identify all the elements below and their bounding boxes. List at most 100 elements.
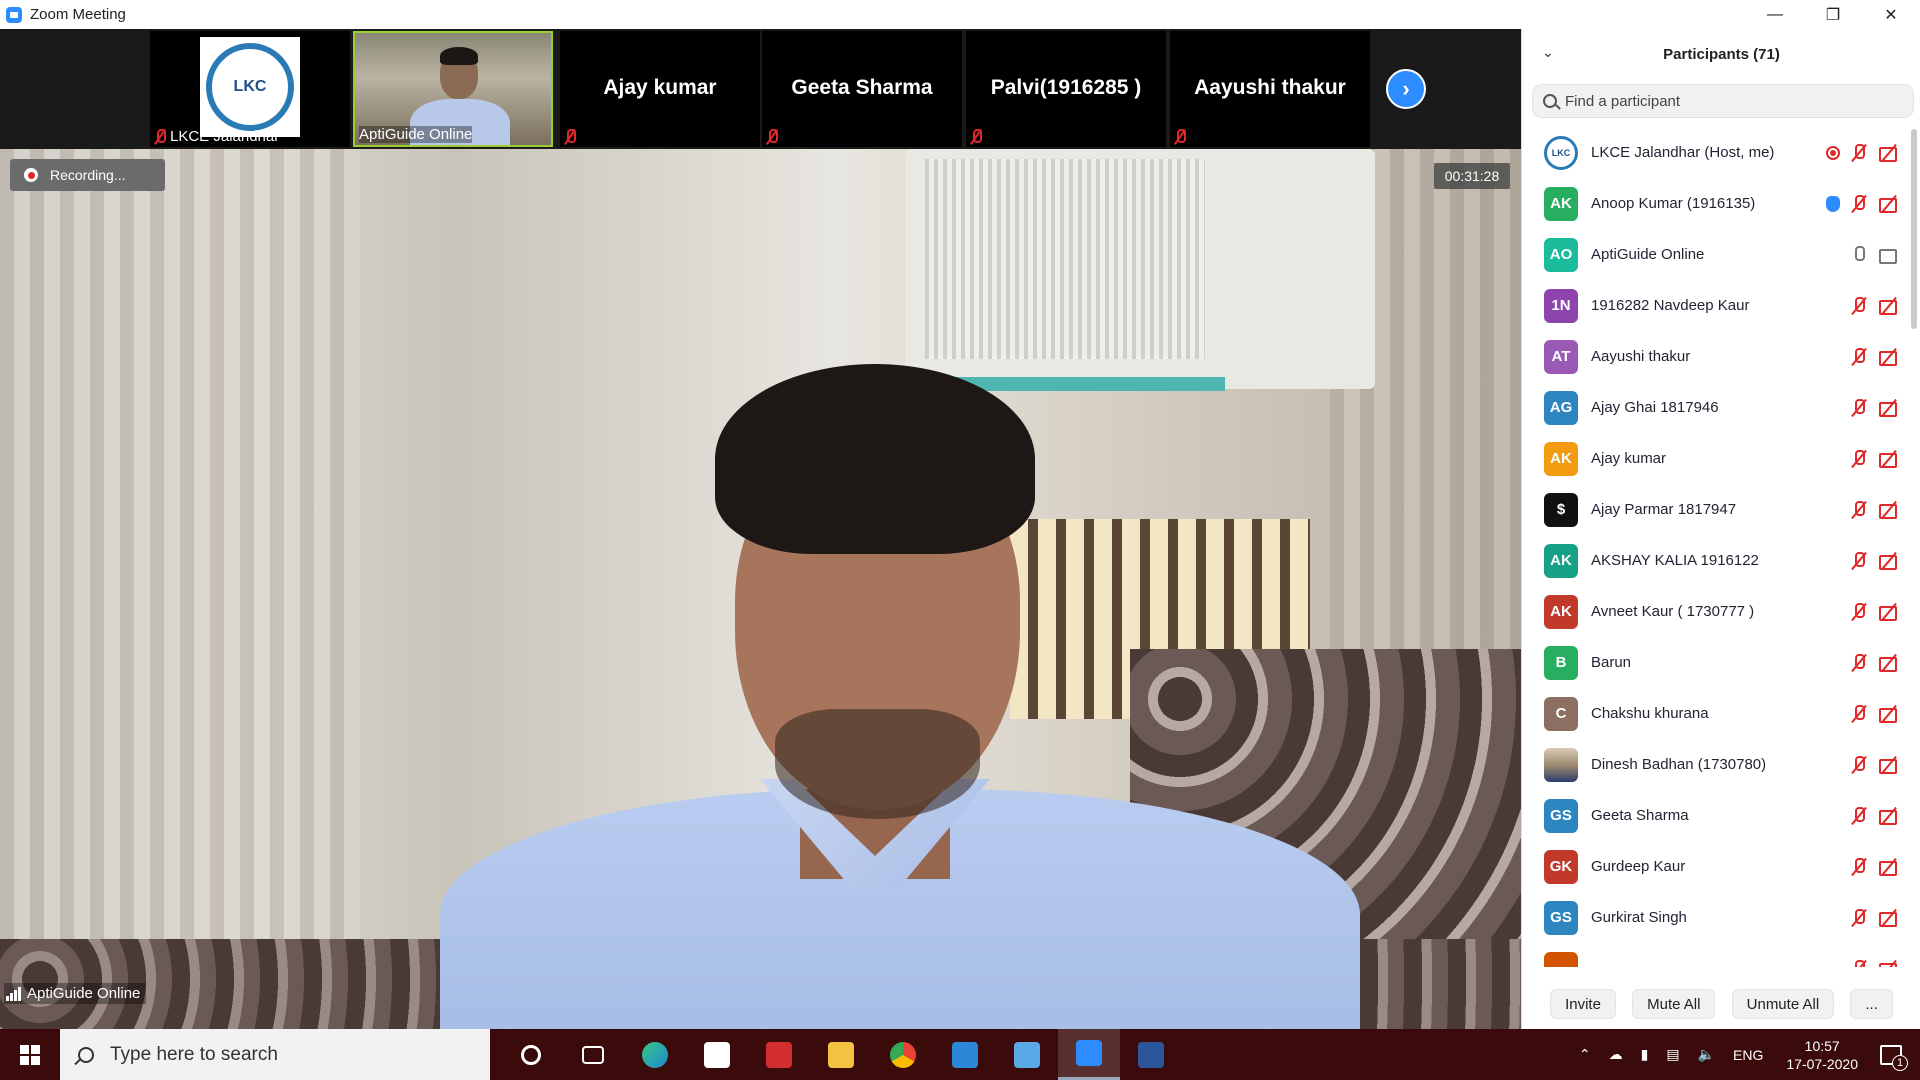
participant-name: AptiGuide Online xyxy=(1591,246,1705,263)
volume-icon[interactable]: 🔈 xyxy=(1698,1046,1715,1063)
video-off-icon[interactable] xyxy=(1878,347,1900,367)
laptop-icon[interactable] xyxy=(996,1029,1058,1080)
participant-row[interactable]: GK Gurdeep Kaur xyxy=(1522,841,1912,892)
video-off-icon[interactable] xyxy=(1878,959,1900,967)
participant-row[interactable]: AT Aayushi thakur xyxy=(1522,331,1912,382)
video-off-icon[interactable] xyxy=(1878,806,1900,826)
task-view-icon[interactable] xyxy=(562,1029,624,1080)
mic-off-icon[interactable] xyxy=(1850,857,1868,877)
mic-off-icon[interactable] xyxy=(1850,347,1868,367)
participant-row[interactable] xyxy=(1522,943,1912,967)
clock[interactable]: 10:57 17-07-2020 xyxy=(1786,1037,1858,1073)
mic-off-icon[interactable] xyxy=(1850,653,1868,673)
mic-off-icon[interactable] xyxy=(1850,143,1868,163)
mic-off-icon[interactable] xyxy=(1850,449,1868,469)
video-off-icon[interactable] xyxy=(1878,602,1900,622)
participant-search-input[interactable]: Find a participant xyxy=(1532,84,1914,118)
mic-off-icon[interactable] xyxy=(1850,398,1868,418)
mic-on-icon[interactable] xyxy=(1850,245,1868,265)
participant-row[interactable]: B Barun xyxy=(1522,637,1912,688)
participant-row[interactable]: AG Ajay Ghai 1817946 xyxy=(1522,382,1912,433)
mic-off-icon[interactable] xyxy=(1850,500,1868,520)
thumbnail-geeta-sharma[interactable]: Geeta Sharma xyxy=(762,31,962,147)
search-placeholder: Find a participant xyxy=(1565,92,1681,110)
participant-row[interactable]: C Chakshu khurana xyxy=(1522,688,1912,739)
video-off-icon[interactable] xyxy=(1878,755,1900,775)
chevron-up-icon[interactable]: ⌃ xyxy=(1579,1046,1591,1063)
video-off-icon[interactable] xyxy=(1878,296,1900,316)
mic-off-icon[interactable] xyxy=(1850,908,1868,928)
participant-name: Ajay Parmar 1817947 xyxy=(1591,501,1737,518)
participant-row[interactable]: GS Geeta Sharma xyxy=(1522,790,1912,841)
participant-row[interactable]: AK Anoop Kumar (1916135) xyxy=(1522,178,1912,229)
word-icon-glyph xyxy=(1138,1041,1164,1068)
participants-scrollbar[interactable] xyxy=(1911,129,1917,329)
participant-row[interactable]: AK Avneet Kaur ( 1730777 ) xyxy=(1522,586,1912,637)
unmute-all-button[interactable]: Unmute All xyxy=(1731,989,1835,1019)
video-off-icon[interactable] xyxy=(1878,704,1900,724)
cloud-icon[interactable]: ☁ xyxy=(1609,1046,1623,1063)
mic-off-icon[interactable] xyxy=(1850,755,1868,775)
participant-row[interactable]: 1N 1916282 Navdeep Kaur xyxy=(1522,280,1912,331)
mic-off-icon[interactable] xyxy=(1850,296,1868,316)
taskbar-search-input[interactable]: Type here to search xyxy=(60,1029,490,1080)
word-icon[interactable] xyxy=(1120,1029,1182,1080)
battery-icon[interactable]: ▮ xyxy=(1641,1046,1649,1063)
search-icon xyxy=(1543,94,1557,108)
participant-row[interactable]: AK Ajay kumar xyxy=(1522,433,1912,484)
collapse-chevron-icon[interactable]: ⌄ xyxy=(1542,44,1554,61)
mic-off-icon[interactable] xyxy=(1850,959,1868,967)
participant-row[interactable]: GS Gurkirat Singh xyxy=(1522,892,1912,943)
next-page-icon[interactable]: › xyxy=(1386,69,1426,109)
mic-off-icon[interactable] xyxy=(1850,551,1868,571)
participant-row[interactable]: LKC LKCE Jalandhar (Host, me) xyxy=(1522,127,1912,178)
minimize-icon[interactable]: — xyxy=(1746,0,1804,29)
video-off-icon[interactable] xyxy=(1878,500,1900,520)
start-button[interactable] xyxy=(0,1029,60,1080)
thumbnail-aptiguide[interactable]: AptiGuide Online xyxy=(353,31,553,147)
chrome-icon[interactable] xyxy=(872,1029,934,1080)
mic-off-icon[interactable] xyxy=(1850,806,1868,826)
invite-button[interactable]: Invite xyxy=(1550,989,1616,1019)
participant-row[interactable]: Dinesh Badhan (1730780) xyxy=(1522,739,1912,790)
video-off-icon[interactable] xyxy=(1878,194,1900,214)
mail-icon[interactable] xyxy=(934,1029,996,1080)
video-off-icon[interactable] xyxy=(1878,398,1900,418)
mic-off-icon[interactable] xyxy=(1850,602,1868,622)
network-icon[interactable]: ▤ xyxy=(1666,1046,1679,1063)
video-off-icon[interactable] xyxy=(1878,908,1900,928)
mic-off-icon[interactable] xyxy=(1850,194,1868,214)
video-off-icon[interactable] xyxy=(1878,653,1900,673)
notification-icon[interactable]: 1 xyxy=(1880,1044,1908,1071)
cortana-icon[interactable] xyxy=(500,1029,562,1080)
participant-row[interactable]: AO AptiGuide Online xyxy=(1522,229,1912,280)
video-off-icon[interactable] xyxy=(1878,551,1900,571)
store-icon[interactable] xyxy=(686,1029,748,1080)
more-options-button[interactable]: ... xyxy=(1850,989,1893,1019)
close-icon[interactable]: ✕ xyxy=(1862,0,1920,29)
thumbnail-ajay-kumar[interactable]: Ajay kumar xyxy=(560,31,760,147)
recording-indicator[interactable]: Recording... xyxy=(10,159,165,191)
participant-avatar: GS xyxy=(1544,900,1578,935)
thumbnail-lkce[interactable]: LKC LKCE Jalandhar xyxy=(150,31,350,147)
participant-row[interactable]: AK AKSHAY KALIA 1916122 xyxy=(1522,535,1912,586)
search-icon xyxy=(78,1046,94,1063)
zoom-icon[interactable] xyxy=(1058,1029,1120,1080)
edge-icon[interactable] xyxy=(624,1029,686,1080)
video-off-icon[interactable] xyxy=(1878,143,1900,163)
video-on-icon[interactable] xyxy=(1878,245,1900,265)
video-off-icon[interactable] xyxy=(1878,857,1900,877)
language-indicator[interactable]: ENG xyxy=(1733,1047,1763,1063)
edge-icon-glyph xyxy=(642,1041,668,1068)
participant-row[interactable]: $ Ajay Parmar 1817947 xyxy=(1522,484,1912,535)
file-explorer-icon[interactable] xyxy=(810,1029,872,1080)
taskbar-app-icons xyxy=(500,1029,1182,1080)
restore-icon[interactable]: ❐ xyxy=(1804,0,1862,29)
gift-icon[interactable] xyxy=(748,1029,810,1080)
thumbnail-palvi[interactable]: Palvi(1916285 ) xyxy=(966,31,1166,147)
mic-off-icon[interactable] xyxy=(1850,704,1868,724)
thumbnail-aayushi[interactable]: Aayushi thakur xyxy=(1170,31,1370,147)
participants-panel: ⌄ Participants (71) Find a participant L… xyxy=(1521,29,1920,1029)
mute-all-button[interactable]: Mute All xyxy=(1632,989,1716,1019)
video-off-icon[interactable] xyxy=(1878,449,1900,469)
